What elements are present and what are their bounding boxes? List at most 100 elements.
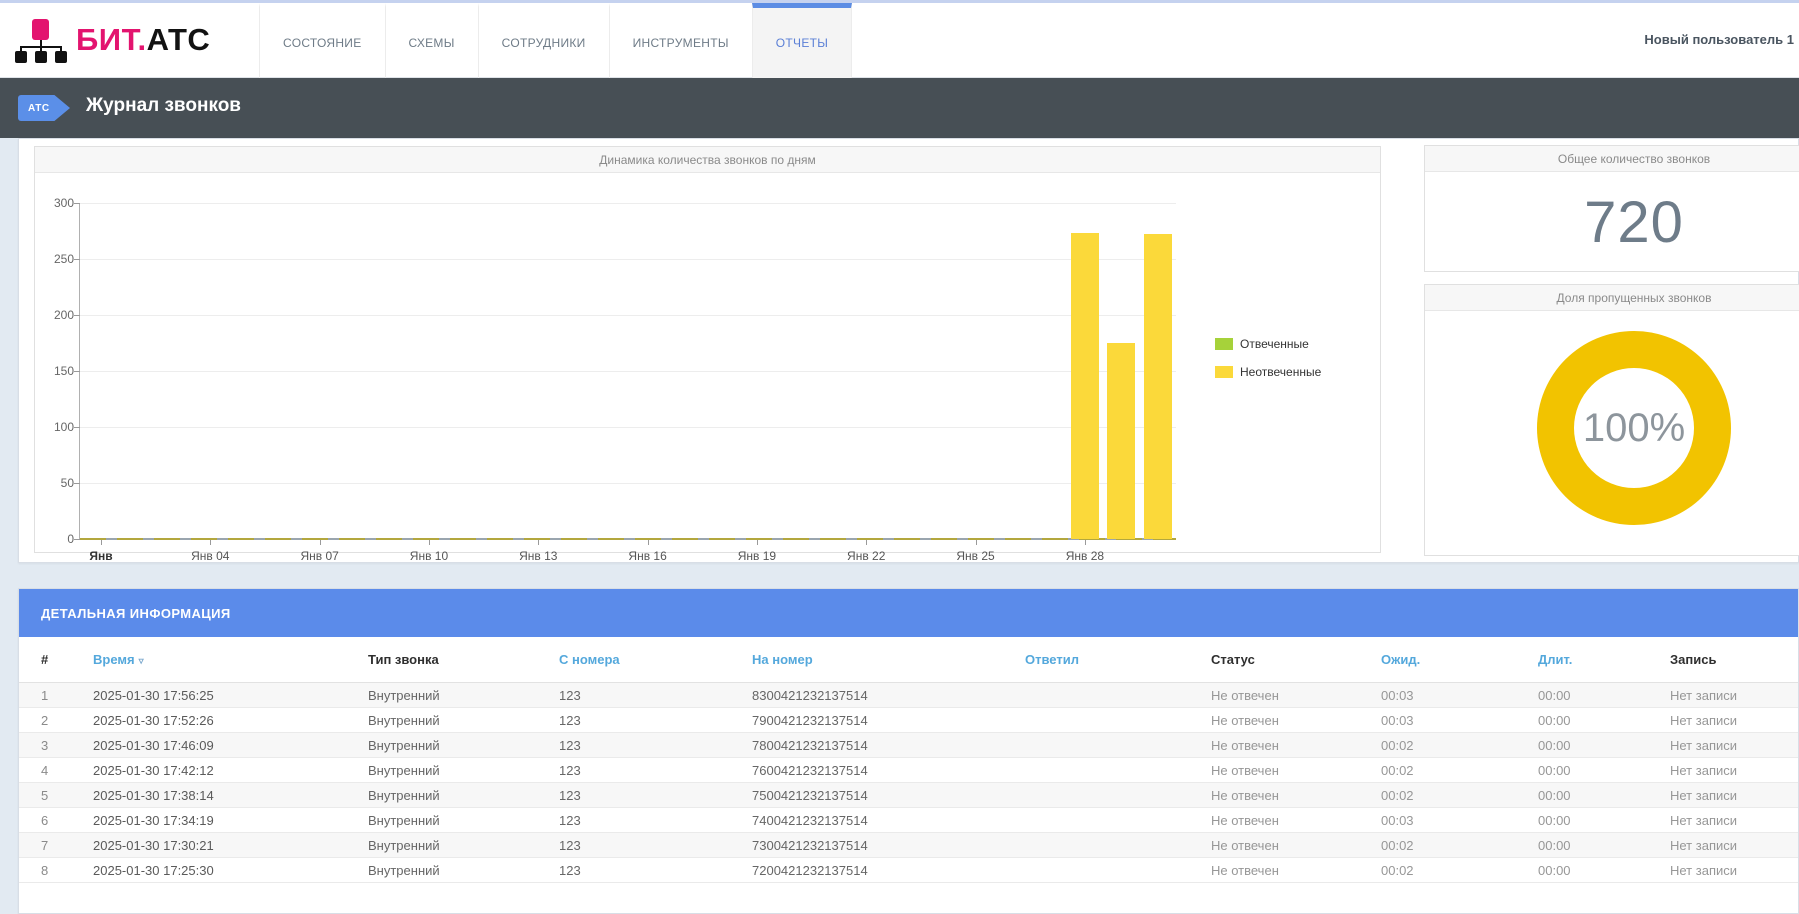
- x-tick-2: [320, 540, 321, 545]
- cell-duration: 00:00: [1516, 788, 1648, 803]
- x-axis-label-9: Янв 28: [1066, 549, 1104, 563]
- legend-swatch-0: [1215, 338, 1233, 350]
- cell-type: Внутренний: [346, 838, 537, 853]
- legend-item-1[interactable]: Неотвеченные: [1215, 365, 1321, 379]
- donut-hole: 100%: [1574, 368, 1694, 488]
- legend-swatch-1: [1215, 366, 1233, 378]
- table-row-3[interactable]: 32025-01-30 17:46:09Внутренний1237800421…: [19, 733, 1798, 758]
- app-logo[interactable]: БИТ.АТС: [14, 17, 210, 63]
- column-header-label-status: Статус: [1211, 652, 1255, 667]
- detail-banner: ДЕТАЛЬНАЯ ИНФОРМАЦИЯ: [19, 589, 1798, 637]
- cell-record: Нет записи: [1648, 738, 1798, 753]
- cell-num: 4: [19, 763, 71, 778]
- table-row-6[interactable]: 62025-01-30 17:34:19Внутренний1237400421…: [19, 808, 1798, 833]
- table-row-5[interactable]: 52025-01-30 17:38:14Внутренний1237500421…: [19, 783, 1798, 808]
- cell-time: 2025-01-30 17:56:25: [71, 688, 346, 703]
- table-row-7[interactable]: 72025-01-30 17:30:21Внутренний1237300421…: [19, 833, 1798, 858]
- cell-status: Не отвечен: [1189, 838, 1359, 853]
- column-header-time[interactable]: Время▿: [71, 652, 346, 667]
- legend-item-0[interactable]: Отвеченные: [1215, 337, 1321, 351]
- cell-num: 7: [19, 838, 71, 853]
- cell-from: 123: [537, 838, 730, 853]
- brand-text-black: АТС: [147, 22, 211, 57]
- cell-record: Нет записи: [1648, 863, 1798, 878]
- bar-неотвеченные-day-28[interactable]: [1071, 233, 1099, 539]
- cell-wait: 00:02: [1359, 863, 1516, 878]
- column-header-duration[interactable]: Длит.: [1516, 652, 1648, 667]
- x-axis-baseline: [80, 538, 1176, 540]
- cell-time: 2025-01-30 17:34:19: [71, 813, 346, 828]
- column-header-to[interactable]: На номер: [730, 652, 1003, 667]
- brand-text: БИТ.АТС: [76, 22, 210, 58]
- y-axis-label-250: 250: [38, 252, 74, 266]
- breadcrumb-bar: АТС Журнал звонков: [0, 78, 1799, 138]
- column-header-label-to: На номер: [752, 652, 813, 667]
- y-tick-200: [74, 315, 80, 316]
- table-row-8[interactable]: 82025-01-30 17:25:30Внутренний1237200421…: [19, 858, 1798, 883]
- cell-wait: 00:02: [1359, 838, 1516, 853]
- cell-status: Не отвечен: [1189, 788, 1359, 803]
- legend-label-0: Отвеченные: [1240, 337, 1309, 351]
- missed-share-donut: 100%: [1537, 331, 1731, 525]
- cell-to: 7600421232137514: [730, 763, 1003, 778]
- y-axis-label-100: 100: [38, 420, 74, 434]
- brand-text-pink: БИТ.: [76, 22, 147, 57]
- cell-to: 7400421232137514: [730, 813, 1003, 828]
- gridline-y-200: [80, 315, 1176, 316]
- cell-record: Нет записи: [1648, 838, 1798, 853]
- cell-type: Внутренний: [346, 763, 537, 778]
- nav-tab-3[interactable]: ИНСТРУМЕНТЫ: [609, 3, 752, 78]
- x-axis-label-8: Янв 25: [956, 549, 994, 563]
- column-header-from[interactable]: С номера: [537, 652, 730, 667]
- cell-from: 123: [537, 788, 730, 803]
- nav-tab-4-active[interactable]: ОТЧЕТЫ: [752, 3, 852, 78]
- gridline-y-100: [80, 427, 1176, 428]
- nav-tab-1[interactable]: СХЕМЫ: [385, 3, 478, 78]
- y-tick-100: [74, 427, 80, 428]
- cell-type: Внутренний: [346, 713, 537, 728]
- y-axis-label-200: 200: [38, 308, 74, 322]
- gridline-y-50: [80, 483, 1176, 484]
- bar-chart-plot-area: 050100150200250300ЯнвЯнв 04Янв 07Янв 10Я…: [79, 203, 1176, 539]
- bar-неотвеченные-day-30[interactable]: [1144, 234, 1172, 539]
- cell-to: 7900421232137514: [730, 713, 1003, 728]
- missed-share-card: Доля пропущенных звонков 100%: [1424, 284, 1799, 556]
- column-header-wait[interactable]: Ожид.: [1359, 652, 1516, 667]
- chart-title: Динамика количества звонков по дням: [35, 147, 1380, 173]
- cell-duration: 00:00: [1516, 688, 1648, 703]
- table-row-2[interactable]: 22025-01-30 17:52:26Внутренний1237900421…: [19, 708, 1798, 733]
- cell-num: 3: [19, 738, 71, 753]
- cell-from: 123: [537, 863, 730, 878]
- user-menu[interactable]: Новый пользователь 1: [1644, 32, 1794, 47]
- cell-record: Нет записи: [1648, 713, 1798, 728]
- cell-time: 2025-01-30 17:30:21: [71, 838, 346, 853]
- cell-to: 7200421232137514: [730, 863, 1003, 878]
- column-header-num: #: [19, 652, 71, 667]
- column-header-label-wait: Ожид.: [1381, 652, 1420, 667]
- cell-from: 123: [537, 763, 730, 778]
- column-header-status: Статус: [1189, 652, 1359, 667]
- cell-time: 2025-01-30 17:25:30: [71, 863, 346, 878]
- column-header-answered[interactable]: Ответил: [1003, 652, 1189, 667]
- nav-tab-2[interactable]: СОТРУДНИКИ: [478, 3, 609, 78]
- x-axis-label-3: Янв 10: [410, 549, 448, 563]
- nav-tabs: СОСТОЯНИЕСХЕМЫСОТРУДНИКИИНСТРУМЕНТЫОТЧЕТ…: [259, 3, 852, 78]
- table-row-4[interactable]: 42025-01-30 17:42:12Внутренний1237600421…: [19, 758, 1798, 783]
- cell-time: 2025-01-30 17:42:12: [71, 763, 346, 778]
- cell-type: Внутренний: [346, 688, 537, 703]
- x-axis-label-7: Янв 22: [847, 549, 885, 563]
- cell-time: 2025-01-30 17:38:14: [71, 788, 346, 803]
- x-tick-1: [210, 540, 211, 545]
- column-header-record: Запись: [1648, 652, 1798, 667]
- gridline-y-250: [80, 259, 1176, 260]
- cell-wait: 00:02: [1359, 738, 1516, 753]
- x-axis-label-2: Янв 07: [300, 549, 338, 563]
- nav-tab-0[interactable]: СОСТОЯНИЕ: [259, 3, 385, 78]
- bar-неотвеченные-day-29[interactable]: [1107, 343, 1135, 539]
- x-tick-9: [1085, 540, 1086, 545]
- table-row-1[interactable]: 12025-01-30 17:56:25Внутренний1238300421…: [19, 683, 1798, 708]
- cell-from: 123: [537, 813, 730, 828]
- cell-time: 2025-01-30 17:46:09: [71, 738, 346, 753]
- cell-type: Внутренний: [346, 738, 537, 753]
- cell-type: Внутренний: [346, 788, 537, 803]
